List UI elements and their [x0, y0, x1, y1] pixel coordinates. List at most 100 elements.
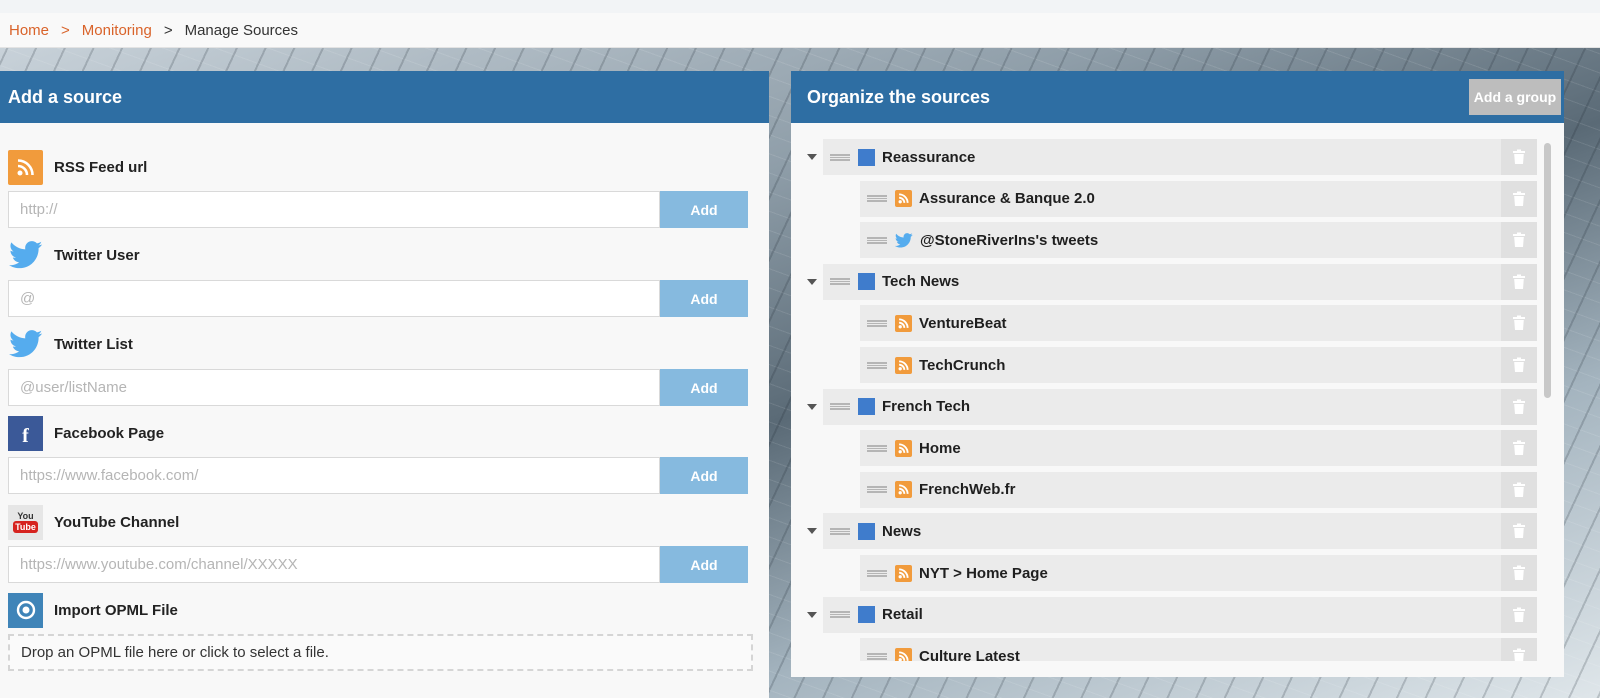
source-row[interactable]: Assurance & Banque 2.0: [860, 180, 1537, 217]
organize-sources-panel: Organize the sources Add a group Reassur…: [791, 71, 1564, 677]
group-label: News: [882, 522, 922, 540]
drag-handle-icon[interactable]: [830, 153, 850, 161]
add-twitter-user-button[interactable]: Add: [660, 280, 748, 317]
group-square-icon: [858, 522, 875, 540]
drag-handle-icon[interactable]: [830, 278, 850, 286]
trash-icon[interactable]: [1501, 430, 1537, 467]
source-label: NYT > Home Page: [919, 564, 1048, 582]
chevron-down-icon[interactable]: [807, 611, 817, 618]
facebook-label: Facebook Page: [54, 424, 165, 442]
chevron-down-icon[interactable]: [807, 278, 817, 285]
trash-icon[interactable]: [1501, 222, 1537, 259]
drag-handle-icon[interactable]: [830, 403, 850, 411]
rss-icon: [895, 439, 912, 457]
youtube-icon: You Tube: [8, 504, 43, 540]
breadcrumb-separator: >: [163, 21, 173, 39]
twitter-list-input[interactable]: [8, 369, 660, 406]
twitter-user-input[interactable]: [8, 280, 660, 317]
trash-icon[interactable]: [1501, 638, 1537, 661]
group-row[interactable]: News: [823, 513, 1537, 550]
breadcrumb-current: Manage Sources: [184, 21, 298, 39]
breadcrumb: Home > Monitoring > Manage Sources: [0, 13, 1600, 48]
group-row[interactable]: Retail: [823, 596, 1537, 633]
chevron-down-icon[interactable]: [807, 528, 817, 535]
add-youtube-button[interactable]: Add: [660, 546, 748, 583]
rss-url-input[interactable]: [8, 191, 660, 228]
add-facebook-button[interactable]: Add: [660, 457, 748, 494]
panel-bottom: [791, 661, 1564, 677]
add-source-panel: Add a source RSS Feed url Add Twitter Us…: [0, 71, 769, 698]
group-label: Tech News: [882, 273, 960, 291]
trash-icon[interactable]: [1501, 347, 1537, 383]
youtube-channel-input[interactable]: [8, 546, 660, 583]
drag-handle-icon[interactable]: [867, 652, 887, 660]
rss-icon: [895, 190, 912, 208]
panel-title: Add a source: [8, 86, 123, 107]
rss-label-row: RSS Feed url: [8, 149, 147, 185]
drag-handle-icon[interactable]: [867, 361, 887, 369]
source-row[interactable]: Home: [860, 430, 1537, 467]
trash-icon[interactable]: [1501, 305, 1537, 342]
group-square-icon: [858, 606, 875, 624]
group-square-icon: [858, 148, 875, 166]
trash-icon[interactable]: [1501, 471, 1537, 508]
opml-dropzone[interactable]: Drop an OPML file here or click to selec…: [8, 634, 753, 671]
trash-icon[interactable]: [1501, 139, 1537, 175]
trash-icon[interactable]: [1501, 555, 1537, 591]
source-row[interactable]: VentureBeat: [860, 305, 1537, 342]
trash-icon[interactable]: [1501, 263, 1537, 300]
source-row[interactable]: @StoneRiverIns's tweets: [860, 222, 1537, 259]
add-rss-button[interactable]: Add: [660, 191, 748, 228]
youtube-label: YouTube Channel: [54, 513, 180, 531]
top-strip: [0, 0, 1600, 13]
group-row[interactable]: French Tech: [823, 388, 1537, 425]
facebook-page-input[interactable]: [8, 457, 660, 494]
breadcrumb-monitoring[interactable]: Monitoring: [82, 22, 152, 39]
source-label: Culture Latest: [919, 647, 1020, 661]
group-label: French Tech: [882, 398, 971, 416]
source-label: Assurance & Banque 2.0: [919, 190, 1095, 208]
opml-label-row: Import OPML File: [8, 592, 178, 628]
source-label: TechCrunch: [919, 356, 1006, 374]
chevron-down-icon[interactable]: [807, 154, 817, 160]
drag-handle-icon[interactable]: [867, 486, 887, 494]
twitter-icon: [8, 327, 43, 362]
source-label: FrenchWeb.fr: [919, 481, 1016, 499]
drag-handle-icon[interactable]: [867, 444, 887, 452]
rss-icon: [895, 564, 912, 582]
drag-handle-icon[interactable]: [830, 611, 850, 619]
drag-handle-icon[interactable]: [867, 569, 887, 577]
youtube-label-row: You Tube YouTube Channel: [8, 504, 179, 540]
chevron-down-icon[interactable]: [807, 403, 817, 410]
panel-title: Organize the sources: [807, 86, 991, 107]
source-label: VentureBeat: [919, 314, 1007, 332]
drag-handle-icon[interactable]: [830, 527, 850, 535]
tree-scrollbar[interactable]: [1544, 143, 1551, 398]
twitter-user-label: Twitter User: [54, 246, 140, 264]
youtube-you: You: [17, 511, 34, 521]
trash-icon[interactable]: [1501, 388, 1537, 425]
rss-icon: [895, 314, 912, 332]
breadcrumb-home[interactable]: Home: [9, 22, 49, 39]
source-row[interactable]: Culture Latest: [860, 638, 1537, 661]
organize-header: Organize the sources Add a group: [791, 71, 1564, 123]
source-row[interactable]: TechCrunch: [860, 347, 1537, 383]
source-row[interactable]: NYT > Home Page: [860, 555, 1537, 591]
facebook-label-row: f Facebook Page: [8, 415, 164, 451]
rss-icon: [895, 481, 912, 499]
drag-handle-icon[interactable]: [867, 319, 887, 327]
source-row[interactable]: FrenchWeb.fr: [860, 471, 1537, 508]
trash-icon[interactable]: [1501, 596, 1537, 633]
group-label: Reassurance: [882, 148, 976, 166]
trash-icon[interactable]: [1501, 180, 1537, 217]
group-row[interactable]: Tech News: [823, 263, 1537, 300]
drag-handle-icon[interactable]: [867, 195, 887, 203]
facebook-icon: f: [8, 415, 43, 451]
opml-dropzone-text: Drop an OPML file here or click to selec…: [21, 644, 329, 661]
facebook-letter: f: [22, 424, 29, 447]
group-row[interactable]: Reassurance: [823, 139, 1537, 175]
add-group-button[interactable]: Add a group: [1469, 79, 1561, 115]
drag-handle-icon[interactable]: [867, 236, 887, 244]
add-twitter-list-button[interactable]: Add: [660, 369, 748, 406]
trash-icon[interactable]: [1501, 513, 1537, 550]
